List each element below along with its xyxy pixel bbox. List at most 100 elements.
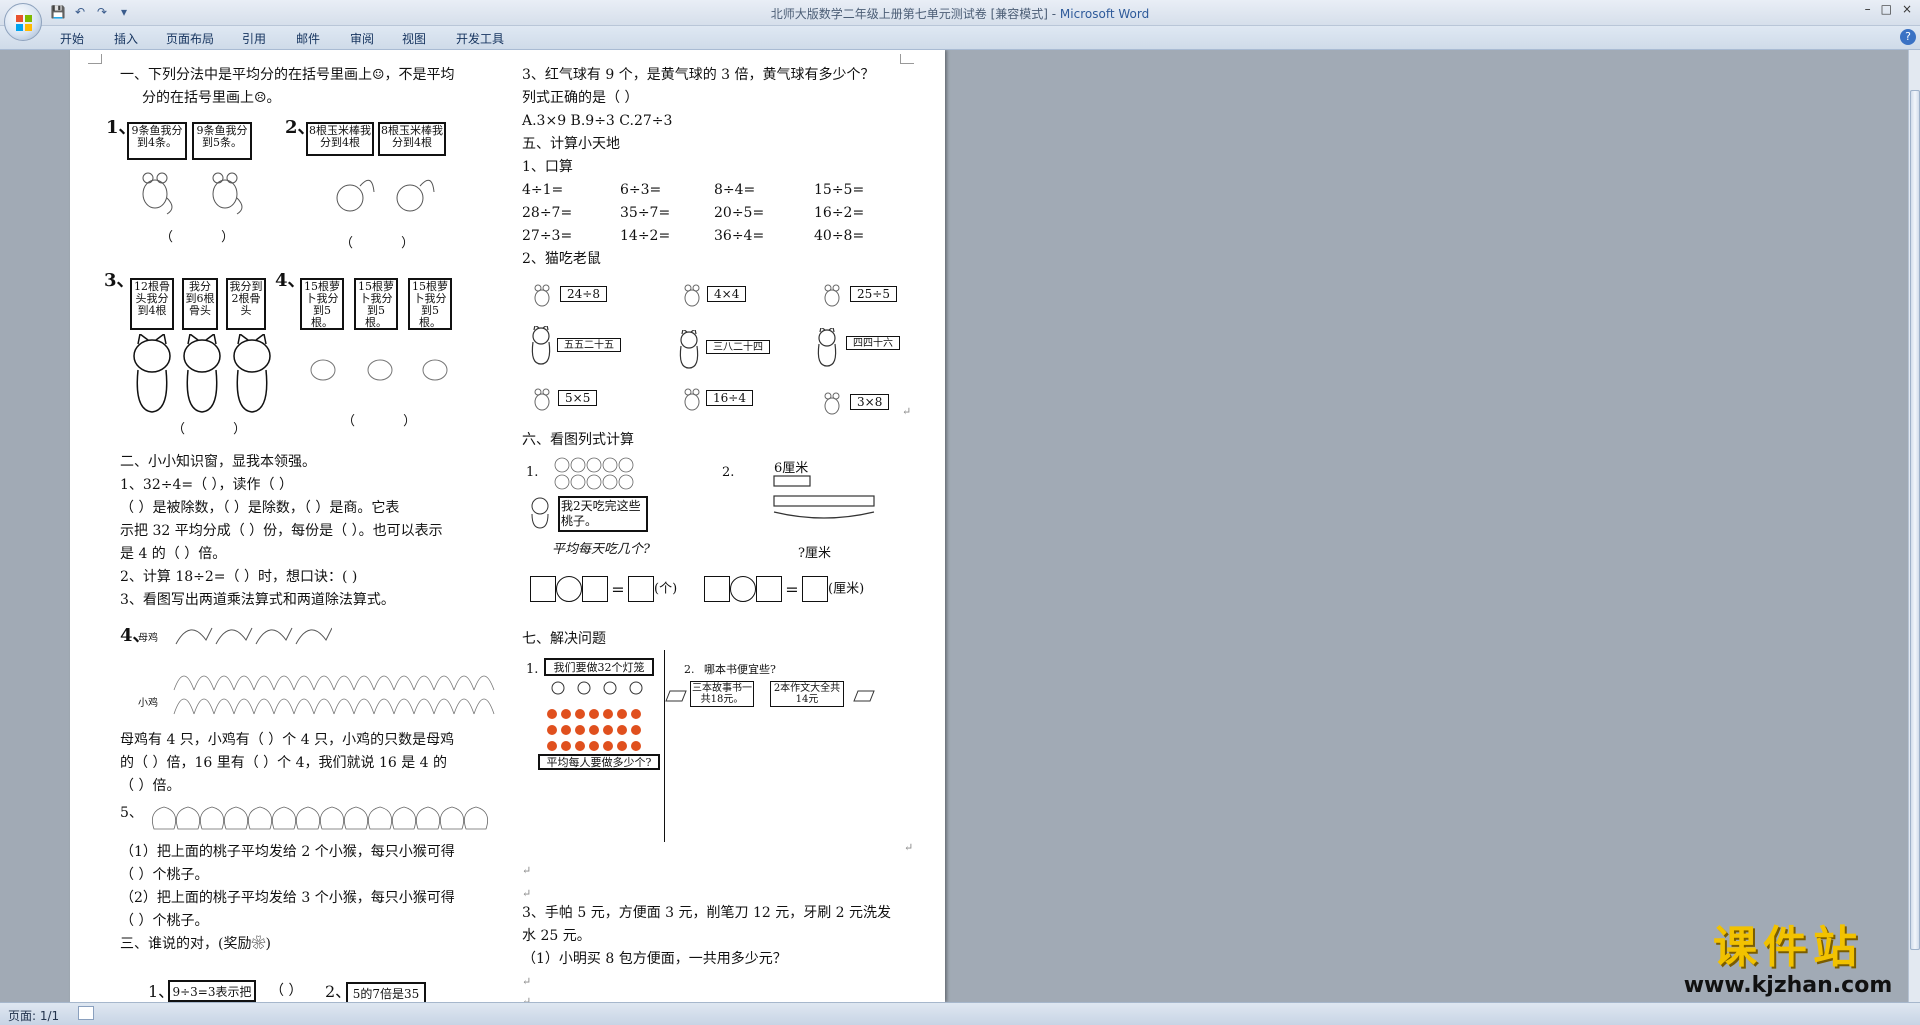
question-text: 母鸡有 4 只，小鸡有（ ）个 4 只，小鸡的只数是母鸡 (120, 732, 455, 748)
subsection-heading: 2、猫吃老鼠 (522, 251, 601, 267)
cat-card: 三八二十四 (706, 340, 770, 354)
calc-item: 28÷7= (522, 205, 573, 221)
mouse-icon (534, 388, 550, 411)
question-text: （ ）是被除数，（ ）是除数，（ ）是商。它表 (120, 500, 400, 516)
question-text: （ ）倍。 (120, 778, 181, 794)
close-button[interactable]: × (1902, 2, 1912, 16)
operator-circle[interactable] (730, 576, 756, 602)
answer-square[interactable] (756, 576, 782, 602)
speech-box: 我2天吃完这些桃子。 (558, 496, 648, 532)
hen-drawing-icon (175, 627, 332, 645)
statement-box: 5的7倍是35 (346, 982, 426, 1002)
item-number: 2. (722, 465, 735, 480)
tab-mailings[interactable]: 邮件 (296, 30, 320, 47)
chick-label: 小鸡 (138, 698, 158, 709)
speech-box: 8根玉米棒我分到4根 (378, 122, 446, 156)
office-button[interactable] (4, 3, 42, 41)
question-text: （2）把上面的桃子平均发给 3 个小猴，每只小猴可得 (120, 890, 455, 906)
pencil-lengths-drawing-icon (773, 475, 875, 519)
statement-box: 9÷3=3表示把 (168, 980, 256, 1002)
speech-box: 9条鱼我分到4条。 (127, 122, 187, 160)
paragraph-mark: ↵ (522, 995, 532, 1002)
speech-box: 15根萝卜我分到5根。 (408, 278, 452, 330)
price-box: 2本作文大全共14元 (770, 681, 844, 707)
ribbon-tabs: 开始 插入 页面布局 引用 邮件 审阅 视图 开发工具 ? (0, 26, 1920, 50)
mouse-icon (684, 388, 700, 411)
mouse-icon (824, 392, 840, 415)
mouse-card: 4×4 (707, 286, 747, 302)
length-label: ?厘米 (798, 546, 831, 561)
question-text: 1、32÷4=（ ），读作（ ） (120, 477, 293, 493)
answer-square[interactable] (530, 576, 556, 602)
mouse-icon (534, 284, 550, 307)
tab-insert[interactable]: 插入 (114, 30, 138, 47)
answer-options: A.3×9 B.9÷3 C.27÷3 (522, 113, 673, 129)
answer-paren: （ ） (270, 983, 303, 999)
calc-item: 36÷4= (714, 228, 765, 244)
speech-box: 我分到2根骨头 (226, 278, 266, 330)
answer-square[interactable] (628, 576, 654, 602)
equation-row-1: = (个) (530, 576, 677, 602)
title-bar: 💾 ↶ ↷ ▾ 北师大版数学二年级上册第七单元测试卷 [兼容模式] - Micr… (0, 0, 1920, 26)
item-number: 2. (684, 663, 695, 676)
vertical-scrollbar[interactable] (1908, 50, 1920, 1002)
question-text: 水 25 元。 (522, 928, 591, 944)
answer-paren: （ ） (160, 230, 257, 245)
maximize-button[interactable]: □ (1881, 2, 1892, 16)
page-count[interactable]: 页面: 1/1 (8, 1007, 59, 1024)
mouse-card: 5×5 (558, 390, 598, 406)
question-text: 的（ ）倍，16 里有（ ）个 4，我们就说 16 是 4 的 (120, 755, 448, 771)
calc-item: 4÷1= (522, 182, 564, 198)
window-controls: – □ × (1865, 2, 1912, 16)
answer-square[interactable] (704, 576, 730, 602)
minimize-button[interactable]: – (1865, 2, 1871, 16)
watermark-logo: 课件站 www.kjzhan.com (1668, 922, 1908, 1002)
paragraph-mark: ↵ (902, 405, 912, 418)
mouse-drawing-icon (142, 172, 243, 215)
tab-review[interactable]: 审阅 (350, 30, 374, 47)
scrollbar-thumb[interactable] (1910, 90, 1920, 950)
tab-page-layout[interactable]: 页面布局 (166, 30, 214, 47)
chick-drawing-icon (173, 675, 495, 715)
question-text: （ ）个桃子。 (120, 867, 209, 883)
speech-box: 9条鱼我分到5条。 (192, 122, 252, 160)
speech-box: 我分到6根骨头 (182, 278, 218, 330)
price-box: 三本故事书一共18元。 (690, 681, 754, 707)
calc-item: 14÷2= (620, 228, 671, 244)
cat-icon (679, 330, 699, 369)
answer-square[interactable] (582, 576, 608, 602)
help-icon[interactable]: ? (1900, 29, 1916, 45)
speech-box: 15根萝卜我分到5根。 (300, 278, 344, 330)
tab-home[interactable]: 开始 (60, 30, 84, 47)
tab-view[interactable]: 视图 (402, 30, 426, 47)
calc-item: 20÷5= (714, 205, 765, 221)
document-title: 北师大版数学二年级上册第七单元测试卷 [兼容模式] - (770, 7, 1060, 21)
margin-corner-mark (88, 54, 102, 64)
peaches-drawing-icon (554, 457, 634, 490)
question-text: 示把 32 平均分成（ ）份，每份是（ ）。也可以表示 (120, 523, 443, 539)
speech-box: 12根骨头我分到4根 (130, 278, 174, 330)
answer-square[interactable] (802, 576, 828, 602)
mouse-icon (824, 284, 840, 307)
tab-developer[interactable]: 开发工具 (456, 30, 504, 47)
app-name: Microsoft Word (1059, 7, 1150, 21)
document-page[interactable]: 一、下列分法中是平均分的在括号里画上☺，不是平均 分的在括号里画上☹。 1、 9… (70, 50, 945, 1002)
cat-icon (531, 326, 551, 365)
watermark-url: www.kjzhan.com (1683, 973, 1893, 998)
cat-icon (817, 328, 837, 367)
book-icon (665, 690, 687, 702)
paragraph-mark: ↵ (904, 841, 914, 854)
answer-paren: （ ） (172, 422, 269, 437)
calc-item: 16÷2= (814, 205, 865, 221)
proofing-icon[interactable] (78, 1006, 94, 1020)
speech-box: 15根萝卜我分到5根。 (354, 278, 398, 330)
question-text: 3、手帕 5 元，方便面 3 元，削笔刀 12 元，牙刷 2 元洗发 (522, 905, 892, 921)
tab-references[interactable]: 引用 (242, 30, 266, 47)
status-bar: 页面: 1/1 (0, 1002, 1920, 1025)
lanterns-drawing-icon (547, 681, 643, 767)
paragraph-mark: ↵ (522, 864, 532, 877)
question-1-heading-cont: 分的在括号里画上☹。 (142, 90, 281, 106)
question-text: 哪本书便宜些? (704, 663, 776, 676)
cat-card: 四四十六 (846, 336, 900, 350)
operator-circle[interactable] (556, 576, 582, 602)
